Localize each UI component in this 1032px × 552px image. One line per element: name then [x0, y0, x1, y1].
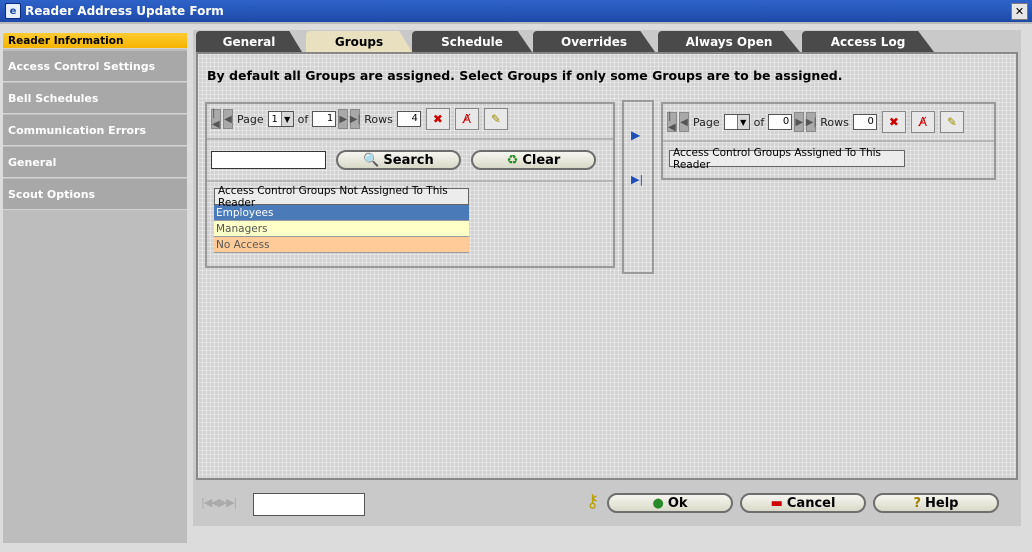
clear-button[interactable]: ♻ Clear	[471, 150, 596, 170]
question-icon: ?	[913, 495, 922, 511]
sidebar-item-access-control-settings[interactable]: Access Control Settings	[3, 51, 187, 82]
total-pages-field: 1	[312, 111, 337, 127]
unassigned-groups-box: |◀ ◀ Page 1 ▼ of 1 ▶ ▶| Rows 4 ✖ A̸ ✎ 🔍 S	[205, 102, 615, 268]
sidebar-item-scout-options[interactable]: Scout Options	[3, 179, 187, 210]
tab-always-open[interactable]: Always Open	[658, 31, 800, 52]
left-pager: |◀ ◀ Page 1 ▼ of 1 ▶ ▶| Rows 4 ✖ A̸ ✎	[207, 104, 613, 134]
sidebar-item-bell-schedules[interactable]: Bell Schedules	[3, 83, 187, 114]
filter-icon[interactable]: ✖	[881, 111, 906, 133]
search-input[interactable]	[211, 151, 326, 169]
sidebar-item-reader-information[interactable]: Reader Information	[3, 33, 187, 49]
workspace: General Groups Schedule Overrides Always…	[193, 30, 1021, 526]
prev-page-button[interactable]: ◀	[679, 112, 689, 132]
last-page-button[interactable]: ▶|	[350, 109, 361, 129]
pin-icon[interactable]: ✎	[483, 108, 508, 130]
list-item[interactable]: Managers	[214, 221, 469, 237]
page-label: Page	[693, 115, 720, 129]
title-bar: e Reader Address Update Form ✕	[0, 0, 1032, 24]
assigned-list-header: Access Control Groups Assigned To This R…	[669, 147, 905, 171]
record-nav-icons: |◀◀▶▶|	[201, 496, 237, 509]
recycle-icon: ♻	[506, 152, 519, 168]
tab-bar: General Groups Schedule Overrides Always…	[193, 30, 1021, 52]
app-icon: e	[5, 3, 21, 19]
close-button[interactable]: ✕	[1011, 3, 1028, 20]
page-select[interactable]: 1 ▼	[267, 111, 294, 127]
search-button[interactable]: 🔍 Search	[336, 150, 461, 170]
next-page-button[interactable]: ▶	[338, 109, 349, 129]
ok-button[interactable]: ● Ok	[607, 493, 733, 513]
first-page-button[interactable]: |◀	[667, 111, 677, 133]
record-input[interactable]	[253, 493, 365, 516]
sidebar-item-communication-errors[interactable]: Communication Errors	[3, 115, 187, 146]
unassigned-groups-list: Access Control Groups Not Assigned To Th…	[214, 185, 469, 253]
window-title: Reader Address Update Form	[25, 4, 224, 18]
minus-icon: ▬	[770, 495, 783, 511]
chevron-down-icon: ▼	[736, 115, 749, 129]
cancel-button[interactable]: ▬ Cancel	[740, 493, 866, 513]
clear-sort-icon[interactable]: A̸	[910, 111, 935, 133]
ok-icon: ●	[652, 495, 664, 511]
tab-groups[interactable]: Groups	[306, 31, 412, 52]
transfer-controls: ▶ ▶|	[622, 100, 654, 274]
page-select[interactable]: ▼	[723, 114, 750, 130]
last-page-button[interactable]: ▶|	[806, 112, 817, 132]
rows-field[interactable]: 0	[852, 114, 877, 130]
prev-page-button[interactable]: ◀	[223, 109, 233, 129]
move-all-button[interactable]: ▶|	[631, 173, 643, 186]
search-icon: 🔍	[363, 152, 380, 168]
of-label: of	[297, 112, 309, 126]
next-page-button[interactable]: ▶	[794, 112, 805, 132]
groups-panel: By default all Groups are assigned. Sele…	[196, 52, 1018, 480]
rows-label: Rows	[820, 115, 849, 129]
rows-label: Rows	[364, 112, 393, 126]
chevron-down-icon: ▼	[280, 112, 293, 126]
list-item[interactable]: No Access	[214, 237, 469, 253]
unassigned-list-header: Access Control Groups Not Assigned To Th…	[214, 185, 469, 209]
clear-sort-icon[interactable]: A̸	[454, 108, 479, 130]
tab-general[interactable]: General	[196, 31, 302, 52]
page-label: Page	[237, 112, 264, 126]
help-button[interactable]: ? Help	[873, 493, 999, 513]
assigned-groups-box: |◀ ◀ Page ▼ of 0 ▶ ▶| Rows 0 ✖ A̸ ✎ Acce…	[661, 102, 996, 180]
tab-overrides[interactable]: Overrides	[533, 31, 655, 52]
instruction-text: By default all Groups are assigned. Sele…	[207, 68, 843, 83]
of-label: of	[753, 115, 765, 129]
right-pager: |◀ ◀ Page ▼ of 0 ▶ ▶| Rows 0 ✖ A̸ ✎	[663, 104, 994, 140]
total-pages-field: 0	[768, 114, 793, 130]
pin-icon[interactable]: ✎	[939, 111, 964, 133]
sidebar: Reader Information Access Control Settin…	[3, 33, 187, 543]
rows-field[interactable]: 4	[396, 111, 421, 127]
key-icon: ⚷	[586, 491, 600, 512]
assigned-groups-list: Access Control Groups Assigned To This R…	[669, 147, 905, 171]
move-one-button[interactable]: ▶	[631, 128, 640, 142]
filter-icon[interactable]: ✖	[425, 108, 450, 130]
first-page-button[interactable]: |◀	[211, 108, 221, 130]
sidebar-item-general[interactable]: General	[3, 147, 187, 178]
tab-access-log[interactable]: Access Log	[802, 31, 934, 52]
tab-schedule[interactable]: Schedule	[412, 31, 532, 52]
